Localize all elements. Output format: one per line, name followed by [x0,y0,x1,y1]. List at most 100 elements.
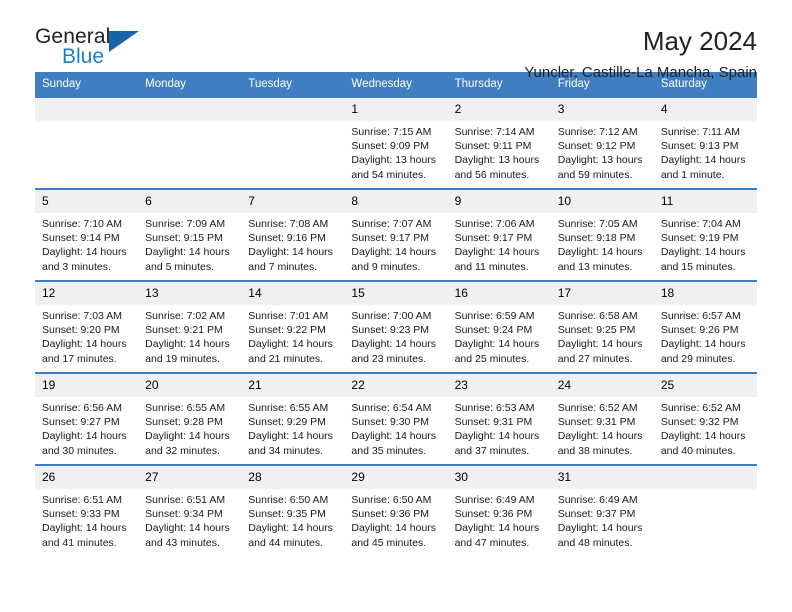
daylight-text: Daylight: 14 hours and 38 minutes. [557,430,643,457]
calendar-week-row: 26 Sunrise: 6:51 AM Sunset: 9:33 PM Dayligh… [35,464,757,556]
calendar-day-cell[interactable]: 16 Sunrise: 6:59 AM Sunset: 9:24 PM Dayligh… [447,280,551,373]
day-number: 15 [344,282,448,305]
calendar-day-cell[interactable]: 22 Sunrise: 6:54 AM Sunset: 9:30 PM Dayligh… [344,372,448,465]
calendar-day-cell[interactable]: 12 Sunrise: 7:03 AM Sunset: 9:20 PM Dayligh… [35,280,139,373]
sunset-text: Sunset: 9:11 PM [454,140,532,153]
day-number [241,98,345,121]
sunset-text: Sunset: 9:22 PM [248,324,326,337]
calendar-day-cell[interactable]: 5 Sunrise: 7:10 AM Sunset: 9:14 PM Daylight… [35,188,139,281]
daylight-text: Daylight: 14 hours and 15 minutes. [660,246,746,273]
calendar-day-cell[interactable]: 30 Sunrise: 6:49 AM Sunset: 9:36 PM Dayligh… [447,464,551,556]
sunrise-text: Sunrise: 6:52 AM [557,402,638,414]
calendar-day-cell-empty [241,96,345,189]
calendar-day-cell-empty [653,464,757,556]
calendar-day-cell[interactable]: 17 Sunrise: 6:58 AM Sunset: 9:25 PM Dayligh… [550,280,654,373]
day-number: 26 [35,466,139,489]
sunset-text: Sunset: 9:27 PM [42,416,120,429]
day-details: Sunrise: 6:58 AM Sunset: 9:25 PM Daylight:… [551,305,654,366]
daylight-text: Daylight: 14 hours and 44 minutes. [248,522,333,549]
calendar-day-cell[interactable]: 8 Sunrise: 7:07 AM Sunset: 9:17 PM Daylight… [344,188,448,281]
day-details: Sunrise: 7:12 AM Sunset: 9:12 PM Daylight:… [551,121,654,182]
sunset-text: Sunset: 9:37 PM [557,508,636,521]
day-number: 25 [653,374,757,397]
day-number: 16 [447,282,551,305]
calendar-day-cell[interactable]: 20 Sunrise: 6:55 AM Sunset: 9:28 PM Dayligh… [138,372,242,465]
calendar-day-cell[interactable]: 10 Sunrise: 7:05 AM Sunset: 9:18 PM Dayligh… [550,188,654,281]
calendar-day-cell[interactable]: 25 Sunrise: 6:52 AM Sunset: 9:32 PM Dayligh… [653,372,757,465]
day-number [653,466,757,489]
sunset-text: Sunset: 9:21 PM [145,324,223,337]
daylight-text: Daylight: 14 hours and 48 minutes. [557,522,643,549]
calendar-day-cell[interactable]: 18 Sunrise: 6:57 AM Sunset: 9:26 PM Dayligh… [653,280,757,373]
calendar-week-row: 19 Sunrise: 6:56 AM Sunset: 9:27 PM Dayligh… [35,372,757,465]
sunrise-text: Sunrise: 6:52 AM [660,402,741,414]
day-details: Sunrise: 7:01 AM Sunset: 9:22 PM Daylight:… [241,305,344,366]
day-number: 30 [447,466,551,489]
calendar-day-cell-empty [35,96,139,189]
calendar-day-cell[interactable]: 3 Sunrise: 7:12 AM Sunset: 9:12 PM Daylight… [550,96,654,189]
day-details: Sunrise: 7:07 AM Sunset: 9:17 PM Daylight:… [344,213,447,274]
day-number: 20 [138,374,242,397]
calendar-day-cell[interactable]: 19 Sunrise: 6:56 AM Sunset: 9:27 PM Dayligh… [35,372,139,465]
daylight-text: Daylight: 14 hours and 17 minutes. [42,338,127,365]
calendar-day-cell[interactable]: 15 Sunrise: 7:00 AM Sunset: 9:23 PM Dayligh… [344,280,448,373]
sunrise-text: Sunrise: 7:09 AM [145,218,226,230]
sunrise-text: Sunrise: 7:11 AM [660,126,741,138]
calendar-day-cell[interactable]: 29 Sunrise: 6:50 AM Sunset: 9:36 PM Dayligh… [344,464,448,556]
calendar-day-cell[interactable]: 2 Sunrise: 7:14 AM Sunset: 9:11 PM Daylight… [447,96,551,189]
sunset-text: Sunset: 9:28 PM [145,416,223,429]
sunset-text: Sunset: 9:12 PM [557,140,636,153]
day-number [35,98,139,121]
day-number: 28 [241,466,345,489]
day-details: Sunrise: 7:03 AM Sunset: 9:20 PM Daylight:… [35,305,138,366]
calendar-week-row: 1 Sunrise: 7:15 AM Sunset: 9:09 PM Daylight… [35,96,757,189]
calendar-day-cell[interactable]: 31 Sunrise: 6:49 AM Sunset: 9:37 PM Dayligh… [550,464,654,556]
calendar-day-cell[interactable]: 11 Sunrise: 7:04 AM Sunset: 9:19 PM Dayligh… [653,188,757,281]
sunrise-text: Sunrise: 7:08 AM [248,218,329,230]
calendar-body: 1 Sunrise: 7:15 AM Sunset: 9:09 PM Daylight… [35,96,757,556]
sunrise-text: Sunrise: 6:56 AM [42,402,122,414]
calendar-day-cell[interactable]: 6 Sunrise: 7:09 AM Sunset: 9:15 PM Daylight… [138,188,242,281]
daylight-text: Daylight: 14 hours and 21 minutes. [248,338,333,365]
calendar-day-cell[interactable]: 13 Sunrise: 7:02 AM Sunset: 9:21 PM Dayligh… [138,280,242,373]
sunrise-text: Sunrise: 7:10 AM [42,218,122,230]
sunset-text: Sunset: 9:31 PM [454,416,533,429]
calendar-day-cell[interactable]: 7 Sunrise: 7:08 AM Sunset: 9:16 PM Daylight… [241,188,345,281]
calendar-day-cell[interactable]: 24 Sunrise: 6:52 AM Sunset: 9:31 PM Dayligh… [550,372,654,465]
day-number [138,98,242,121]
calendar-day-cell[interactable]: 28 Sunrise: 6:50 AM Sunset: 9:35 PM Dayligh… [241,464,345,556]
daylight-text: Daylight: 13 hours and 56 minutes. [454,154,540,181]
calendar-day-cell[interactable]: 14 Sunrise: 7:01 AM Sunset: 9:22 PM Dayligh… [241,280,345,373]
general-blue-logo: General Blue [35,26,155,76]
day-number: 11 [653,190,757,213]
day-details: Sunrise: 6:53 AM Sunset: 9:31 PM Daylight:… [448,397,551,458]
day-number: 4 [653,98,757,121]
weekday-header-wednesday: Wednesday [344,72,448,97]
page-header: General Blue May 2024 Yuncler, Castille-… [35,0,757,82]
sunrise-text: Sunrise: 7:02 AM [145,310,226,322]
calendar-day-cell[interactable]: 21 Sunrise: 6:55 AM Sunset: 9:29 PM Dayligh… [241,372,345,465]
calendar-day-cell[interactable]: 27 Sunrise: 6:51 AM Sunset: 9:34 PM Dayligh… [138,464,242,556]
day-number: 6 [138,190,242,213]
daylight-text: Daylight: 14 hours and 25 minutes. [454,338,540,365]
sunrise-text: Sunrise: 6:55 AM [145,402,226,414]
sunrise-text: Sunrise: 7:01 AM [248,310,329,322]
sunset-text: Sunset: 9:32 PM [660,416,739,429]
day-details: Sunrise: 7:08 AM Sunset: 9:16 PM Daylight:… [241,213,344,274]
title-block: May 2024 Yuncler, Castille-La Mancha, Sp… [524,26,757,84]
page-title: May 2024 [642,26,757,56]
weekday-header-tuesday: Tuesday [241,72,345,97]
day-number: 2 [447,98,551,121]
daylight-text: Daylight: 14 hours and 37 minutes. [454,430,540,457]
daylight-text: Daylight: 14 hours and 5 minutes. [145,246,230,273]
daylight-text: Daylight: 14 hours and 7 minutes. [248,246,333,273]
calendar-day-cell[interactable]: 1 Sunrise: 7:15 AM Sunset: 9:09 PM Daylight… [344,96,448,189]
calendar-day-cell[interactable]: 9 Sunrise: 7:06 AM Sunset: 9:17 PM Daylight… [447,188,551,281]
daylight-text: Daylight: 14 hours and 43 minutes. [145,522,230,549]
calendar-day-cell[interactable]: 4 Sunrise: 7:11 AM Sunset: 9:13 PM Daylight… [653,96,757,189]
calendar-day-cell[interactable]: 26 Sunrise: 6:51 AM Sunset: 9:33 PM Dayligh… [35,464,139,556]
daylight-text: Daylight: 14 hours and 47 minutes. [454,522,540,549]
calendar-day-cell[interactable]: 23 Sunrise: 6:53 AM Sunset: 9:31 PM Dayligh… [447,372,551,465]
sunrise-text: Sunrise: 6:54 AM [351,402,432,414]
day-details: Sunrise: 7:02 AM Sunset: 9:21 PM Daylight:… [138,305,241,366]
